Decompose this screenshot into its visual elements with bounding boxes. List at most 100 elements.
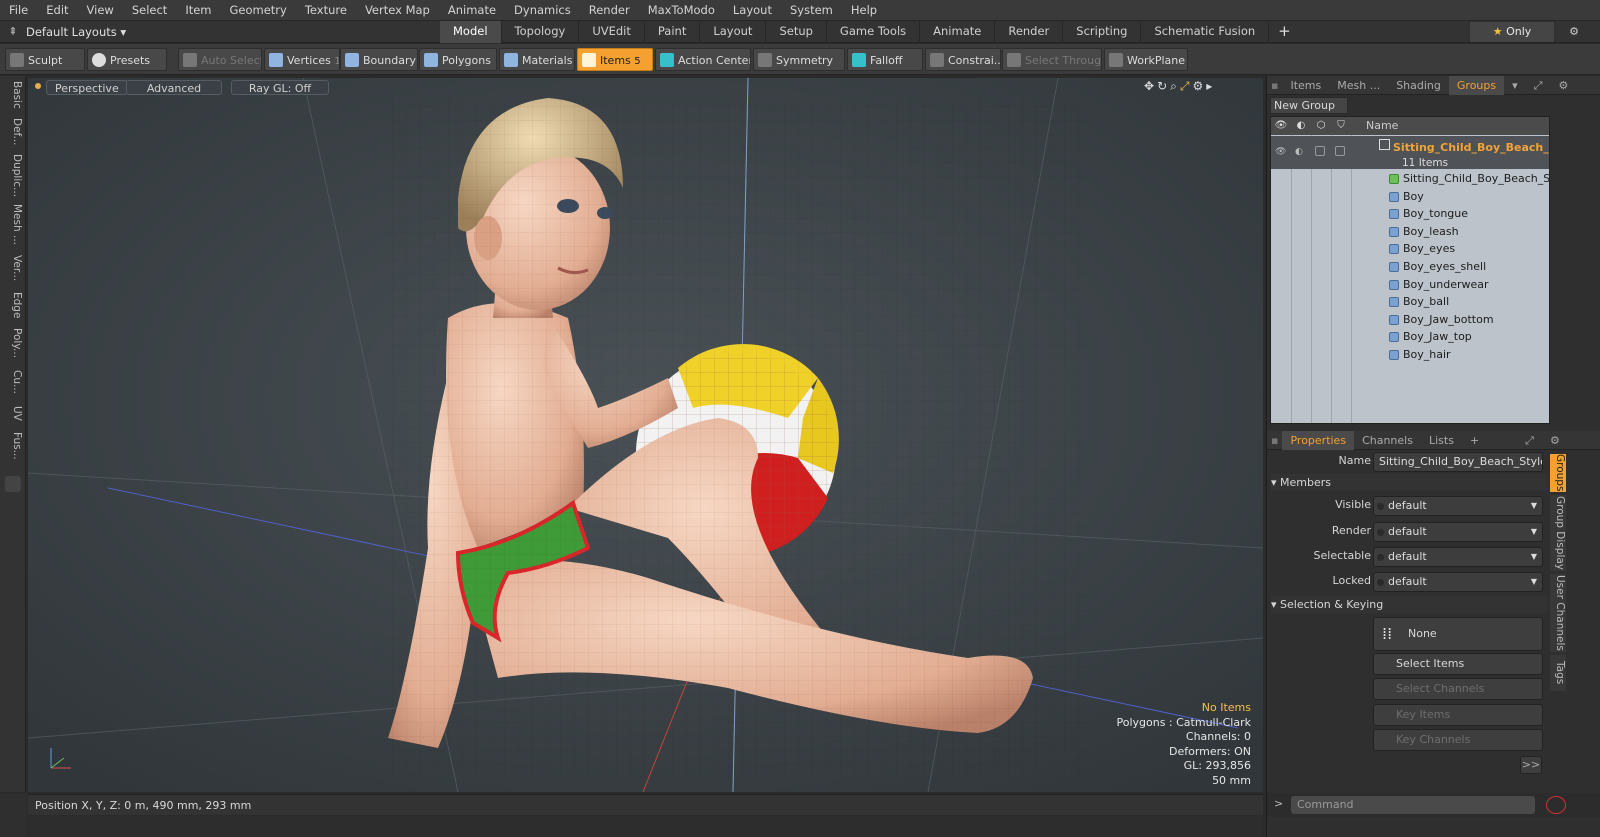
list-item[interactable]: Boy_tongue	[1271, 205, 1549, 223]
viewport-expand-icon[interactable]: ▸	[1206, 79, 1212, 94]
list-item[interactable]: Boy_ball	[1271, 293, 1549, 311]
tab-properties[interactable]: Properties	[1282, 430, 1355, 450]
list-item[interactable]: Boy_leash	[1271, 223, 1549, 241]
menu-edit[interactable]: Edit	[37, 0, 77, 21]
group-visible-icon[interactable]: 👁	[1275, 144, 1286, 162]
workplane-button[interactable]: WorkPlane	[1104, 48, 1188, 71]
vertices-button[interactable]: Vertices 1	[264, 48, 340, 71]
record-icon[interactable]	[1546, 796, 1566, 814]
perspective-dropdown[interactable]: Perspective	[46, 80, 128, 95]
menu-system[interactable]: System	[781, 0, 842, 21]
polygons-button[interactable]: Polygons	[419, 48, 497, 71]
menu-texture[interactable]: Texture	[296, 0, 356, 21]
panel-gear-icon[interactable]: ⚙	[1550, 76, 1576, 95]
items-button[interactable]: Items 5	[577, 48, 653, 71]
tab-schematic-fusion[interactable]: Schematic Fusion	[1141, 20, 1270, 43]
members-section[interactable]: ▾ Members	[1271, 474, 1547, 491]
side-tab-tags[interactable]: Tags	[1550, 655, 1566, 691]
group-row-selected[interactable]: 👁 ◐ Sitting_Child_Boy_Beach_... 11 Items	[1271, 136, 1549, 169]
selectable-dropdown[interactable]: default ▼	[1373, 547, 1543, 567]
visibility-col-icon[interactable]: 👁	[1271, 117, 1291, 135]
select-channels-button[interactable]: Select Channels	[1373, 678, 1543, 700]
list-item[interactable]: Boy_eyes	[1271, 240, 1549, 258]
left-tab-polygon[interactable]: Poly...	[3, 324, 23, 362]
list-item[interactable]: Boy_hair	[1271, 346, 1549, 364]
viewport-options-dot[interactable]	[35, 83, 41, 89]
side-tab-user-channels[interactable]: User Channels	[1550, 574, 1566, 652]
left-tab-basic[interactable]: Basic	[3, 80, 23, 110]
tab-groups[interactable]: Groups	[1448, 75, 1505, 95]
menu-dynamics[interactable]: Dynamics	[505, 0, 580, 21]
new-group-button[interactable]: New Group	[1270, 97, 1348, 114]
render-dropdown[interactable]: default ▼	[1373, 522, 1543, 542]
menu-layout[interactable]: Layout	[724, 0, 781, 21]
left-tab-fusion[interactable]: Fus...	[3, 428, 23, 464]
list-item[interactable]: Boy_Jaw_top	[1271, 328, 1549, 346]
default-layouts-dropdown[interactable]: Default Layouts ▾	[26, 25, 126, 39]
render-col-icon[interactable]: ◐	[1291, 117, 1311, 135]
tab-layout[interactable]: Layout	[700, 20, 767, 43]
menu-file[interactable]: File	[0, 0, 37, 21]
rotate-view-icon[interactable]: ↻	[1157, 79, 1167, 94]
fit-view-icon[interactable]: ⤢	[1180, 79, 1190, 94]
move-view-icon[interactable]: ✥	[1144, 79, 1154, 94]
tab-animate[interactable]: Animate	[920, 20, 996, 43]
tab-setup[interactable]: Setup	[766, 20, 827, 43]
side-tab-group-display[interactable]: Group Display	[1550, 495, 1566, 571]
visible-dropdown[interactable]: default ▼	[1373, 496, 1543, 516]
tab-topology[interactable]: Topology	[502, 20, 580, 43]
side-tab-groups[interactable]: Groups	[1550, 454, 1566, 492]
left-tab-edge[interactable]: Edge	[3, 290, 23, 320]
menu-item[interactable]: Item	[176, 0, 220, 21]
boundary-button[interactable]: Boundary	[340, 48, 418, 71]
panel-expand-icon[interactable]: ⤢	[1526, 76, 1551, 95]
tab-uvedit[interactable]: UVEdit	[579, 20, 645, 43]
group-select-box[interactable]	[1315, 146, 1325, 156]
constraints-button[interactable]: Constrai...	[925, 48, 1001, 71]
list-item[interactable]: Boy_underwear	[1271, 276, 1549, 294]
menu-view[interactable]: View	[78, 0, 123, 21]
group-render-icon[interactable]: ◐	[1295, 144, 1303, 162]
select-col-icon[interactable]: ⬡	[1311, 117, 1331, 135]
sculpt-button[interactable]: Sculpt	[5, 48, 85, 71]
tab-scripting[interactable]: Scripting	[1063, 20, 1142, 43]
add-tab-icon[interactable]: +	[1269, 21, 1300, 43]
list-item[interactable]: Sitting_Child_Boy_Beach_St...	[1271, 170, 1549, 188]
name-col-header[interactable]: Name	[1366, 117, 1398, 135]
left-tab-uv[interactable]: UV	[3, 402, 23, 424]
menu-animate[interactable]: Animate	[439, 0, 505, 21]
advanced-dropdown[interactable]: Advanced	[126, 80, 222, 95]
tab-game-tools[interactable]: Game Tools	[827, 20, 921, 43]
materials-button[interactable]: Materials	[499, 48, 575, 71]
menu-help[interactable]: Help	[842, 0, 886, 21]
zoom-view-icon[interactable]: ⌕	[1170, 79, 1177, 94]
group-lock-box[interactable]	[1335, 146, 1345, 156]
menu-maxtomodo[interactable]: MaxToModo	[639, 0, 724, 21]
select-items-button[interactable]: Select Items	[1373, 653, 1543, 675]
left-tab-curve[interactable]: Cu...	[3, 366, 23, 398]
auto-select-button[interactable]: Auto Select	[178, 48, 262, 71]
command-input[interactable]: Command	[1291, 796, 1535, 814]
list-item[interactable]: Boy_eyes_shell	[1271, 258, 1549, 276]
menu-select[interactable]: Select	[123, 0, 176, 21]
tabs-dropdown-icon[interactable]: ▾	[1504, 76, 1526, 95]
symmetry-button[interactable]: Symmetry	[753, 48, 845, 71]
left-tab-deform[interactable]: Def...	[3, 114, 23, 150]
lock-col-icon[interactable]: ⛉	[1331, 117, 1351, 135]
locked-dropdown[interactable]: default ▼	[1373, 572, 1543, 592]
none-button[interactable]: ⁞⁞ None	[1373, 617, 1543, 651]
more-button[interactable]: >>	[1520, 756, 1542, 774]
list-item[interactable]: Boy	[1271, 188, 1549, 206]
selection-keying-section[interactable]: ▾ Selection & Keying	[1271, 596, 1547, 613]
tab-model[interactable]: Model	[440, 20, 502, 43]
left-tab-duplicate[interactable]: Duplic...	[3, 154, 23, 198]
name-field[interactable]: Sitting_Child_Boy_Beach_Style (2	[1373, 452, 1543, 472]
add-tab-icon[interactable]: +	[1462, 431, 1487, 450]
falloff-button[interactable]: Falloff	[847, 48, 923, 71]
tab-shading[interactable]: Shading	[1388, 76, 1449, 95]
list-item[interactable]: Boy_Jaw_bottom	[1271, 311, 1549, 329]
3d-viewport[interactable]: Perspective Advanced Ray GL: Off ✥ ↻ ⌕ ⤢…	[28, 78, 1263, 792]
key-items-button[interactable]: Key Items	[1373, 704, 1543, 726]
tab-lists[interactable]: Lists	[1421, 431, 1462, 450]
tab-items[interactable]: Items	[1282, 76, 1329, 95]
